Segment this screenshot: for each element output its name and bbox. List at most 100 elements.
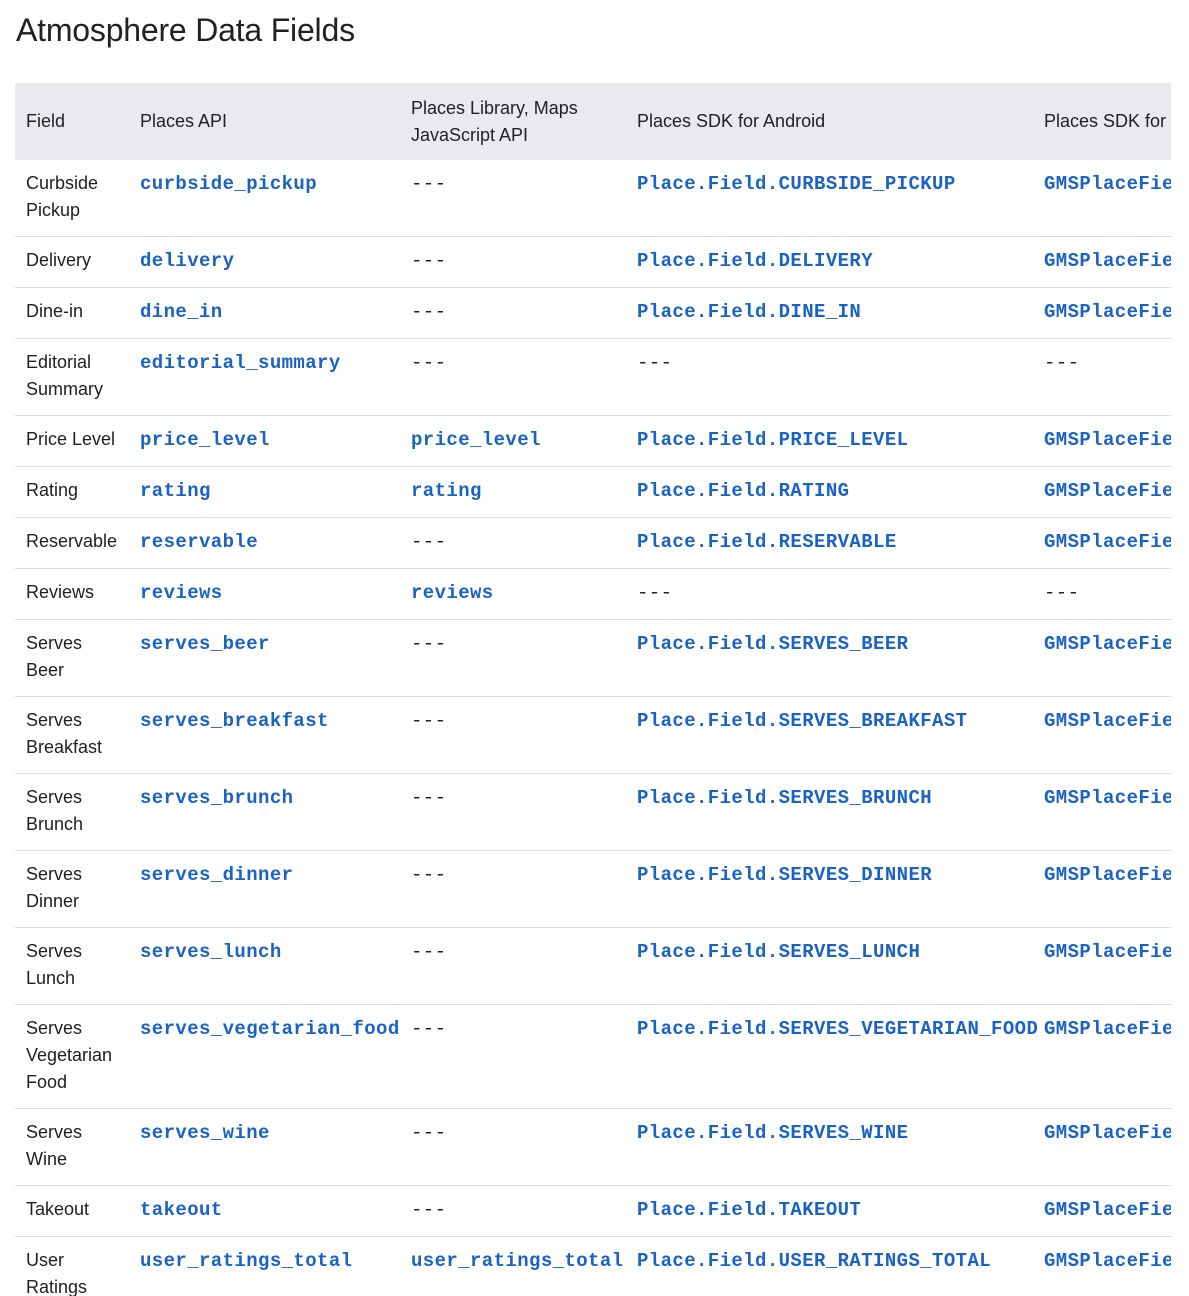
ios-value[interactable]: GMSPlaceFie — [1044, 250, 1171, 272]
places-api-value[interactable]: price_level — [140, 429, 270, 451]
data-fields-table-container[interactable]: Field Places API Places Library, Maps Java… — [15, 83, 1171, 1296]
places-api-value[interactable]: curbside_pickup — [140, 173, 317, 195]
places-api-value-cell: reviews — [129, 568, 400, 620]
android-value[interactable]: Place.Field.CURBSIDE_PICKUP — [637, 173, 956, 195]
page-title: Atmosphere Data Fields — [16, 12, 355, 48]
js-api-value-cell: --- — [400, 287, 626, 339]
places-api-value-cell: delivery — [129, 236, 400, 288]
android-value[interactable]: Place.Field.SERVES_WINE — [637, 1122, 908, 1144]
android-value[interactable]: Place.Field.SERVES_LUNCH — [637, 941, 920, 963]
table-row: Serves Dinner serves_dinner --- Place.Field… — [15, 850, 1171, 928]
android-value[interactable]: Place.Field.SERVES_BEER — [637, 633, 908, 655]
android-value[interactable]: Place.Field.SERVES_BREAKFAST — [637, 710, 967, 732]
ios-value[interactable]: GMSPlaceFie — [1044, 633, 1171, 655]
ios-value-cell: GMSPlaceFie — [1033, 236, 1171, 288]
field-label: Price Level — [26, 429, 116, 449]
places-api-value-cell: serves_brunch — [129, 773, 400, 851]
android-value-cell: Place.Field.SERVES_BREAKFAST — [626, 696, 1033, 774]
js-api-value-cell: --- — [400, 236, 626, 288]
places-api-value[interactable]: user_ratings_total — [140, 1250, 352, 1272]
places-api-value[interactable]: rating — [140, 480, 211, 502]
js-api-value-cell: --- — [400, 160, 626, 237]
places-api-value[interactable]: takeout — [140, 1199, 223, 1221]
table-row: Serves Brunch serves_brunch --- Place.Field… — [15, 773, 1171, 851]
ios-value-cell: GMSPlaceFie — [1033, 517, 1171, 569]
android-value[interactable]: Place.Field.USER_RATINGS_TOTAL — [637, 1250, 991, 1272]
js-api-value-cell: --- — [400, 1108, 626, 1186]
field-label: Rating — [26, 480, 79, 500]
android-value-cell: Place.Field.RESERVABLE — [626, 517, 1033, 569]
ios-value: --- — [1044, 352, 1080, 374]
field-label: Reviews — [26, 582, 95, 602]
ios-value[interactable]: GMSPlaceFie — [1044, 710, 1171, 732]
js-api-value[interactable]: reviews — [411, 582, 494, 604]
android-value-cell: Place.Field.USER_RATINGS_TOTAL — [626, 1236, 1033, 1296]
field-label-cell: Price Level — [15, 415, 129, 467]
table-row: Serves Beer serves_beer --- Place.Field.SER… — [15, 619, 1171, 697]
ios-value[interactable]: GMSPlaceFie — [1044, 1250, 1171, 1272]
android-value[interactable]: Place.Field.TAKEOUT — [637, 1199, 861, 1221]
ios-value-cell: GMSPlaceFie — [1033, 1004, 1171, 1109]
js-api-value-cell: --- — [400, 927, 626, 1005]
android-value[interactable]: Place.Field.SERVES_VEGETARIAN_FOOD — [637, 1018, 1038, 1040]
ios-value[interactable]: GMSPlaceFie — [1044, 787, 1171, 809]
places-api-value[interactable]: serves_beer — [140, 633, 270, 655]
js-api-value: --- — [411, 531, 447, 553]
js-api-value[interactable]: price_level — [411, 429, 541, 451]
ios-value: --- — [1044, 582, 1080, 604]
js-api-value[interactable]: user_ratings_total — [411, 1250, 623, 1272]
android-value[interactable]: Place.Field.PRICE_LEVEL — [637, 429, 908, 451]
places-api-value-cell: editorial_summary — [129, 338, 400, 416]
ios-value[interactable]: GMSPlaceFie — [1044, 864, 1171, 886]
table-row: Reviews reviews reviews --- --- — [15, 568, 1171, 620]
places-api-value[interactable]: reservable — [140, 531, 258, 553]
places-api-value[interactable]: serves_lunch — [140, 941, 282, 963]
js-api-value-cell: --- — [400, 773, 626, 851]
places-api-value[interactable]: serves_breakfast — [140, 710, 329, 732]
places-api-value[interactable]: reviews — [140, 582, 223, 604]
ios-value-cell: GMSPlaceFie — [1033, 1236, 1171, 1296]
places-api-value[interactable]: serves_dinner — [140, 864, 293, 886]
ios-value[interactable]: GMSPlaceFie — [1044, 301, 1171, 323]
field-label-cell: Dine-in — [15, 287, 129, 339]
android-value[interactable]: Place.Field.DINE_IN — [637, 301, 861, 323]
ios-value-cell: --- — [1033, 338, 1171, 416]
android-value[interactable]: Place.Field.SERVES_DINNER — [637, 864, 932, 886]
ios-value[interactable]: GMSPlaceFie — [1044, 1122, 1171, 1144]
js-api-value-cell: --- — [400, 338, 626, 416]
field-label: Editorial Summary — [26, 352, 104, 399]
android-value[interactable]: Place.Field.SERVES_BRUNCH — [637, 787, 932, 809]
places-api-value[interactable]: serves_brunch — [140, 787, 293, 809]
table-header: Field Places API Places Library, Maps Java… — [15, 83, 1171, 160]
ios-value[interactable]: GMSPlaceFie — [1044, 429, 1171, 451]
js-api-value-cell: --- — [400, 850, 626, 928]
places-api-value-cell: serves_dinner — [129, 850, 400, 928]
android-value[interactable]: Place.Field.DELIVERY — [637, 250, 873, 272]
ios-header: Places SDK for — [1033, 83, 1171, 160]
ios-value[interactable]: GMSPlaceFie — [1044, 531, 1171, 553]
ios-value-cell: GMSPlaceFie — [1033, 287, 1171, 339]
field-label: Serves Dinner — [26, 864, 83, 911]
ios-value[interactable]: GMSPlaceFie — [1044, 1199, 1171, 1221]
places-api-value[interactable]: serves_vegetarian_food — [140, 1018, 400, 1040]
android-value[interactable]: Place.Field.RATING — [637, 480, 849, 502]
android-value-cell: Place.Field.DELIVERY — [626, 236, 1033, 288]
places-api-value[interactable]: editorial_summary — [140, 352, 341, 374]
android-value[interactable]: Place.Field.RESERVABLE — [637, 531, 897, 553]
ios-value[interactable]: GMSPlaceFie — [1044, 941, 1171, 963]
android-value-cell: Place.Field.PRICE_LEVEL — [626, 415, 1033, 467]
ios-value[interactable]: GMSPlaceFie — [1044, 480, 1171, 502]
ios-value[interactable]: GMSPlaceFie — [1044, 1018, 1171, 1040]
places-api-value[interactable]: delivery — [140, 250, 234, 272]
android-value-cell: Place.Field.DINE_IN — [626, 287, 1033, 339]
field-label: Serves Wine — [26, 1122, 83, 1169]
places-api-value-cell: curbside_pickup — [129, 160, 400, 237]
js-api-value[interactable]: rating — [411, 480, 482, 502]
field-label-cell: Takeout — [15, 1185, 129, 1237]
ios-value[interactable]: GMSPlaceFie — [1044, 173, 1171, 195]
android-value-cell: --- — [626, 568, 1033, 620]
places-api-value[interactable]: serves_wine — [140, 1122, 270, 1144]
places-api-value[interactable]: dine_in — [140, 301, 223, 323]
field-label-cell: Editorial Summary — [15, 338, 129, 416]
places-api-value-cell: user_ratings_total — [129, 1236, 400, 1296]
